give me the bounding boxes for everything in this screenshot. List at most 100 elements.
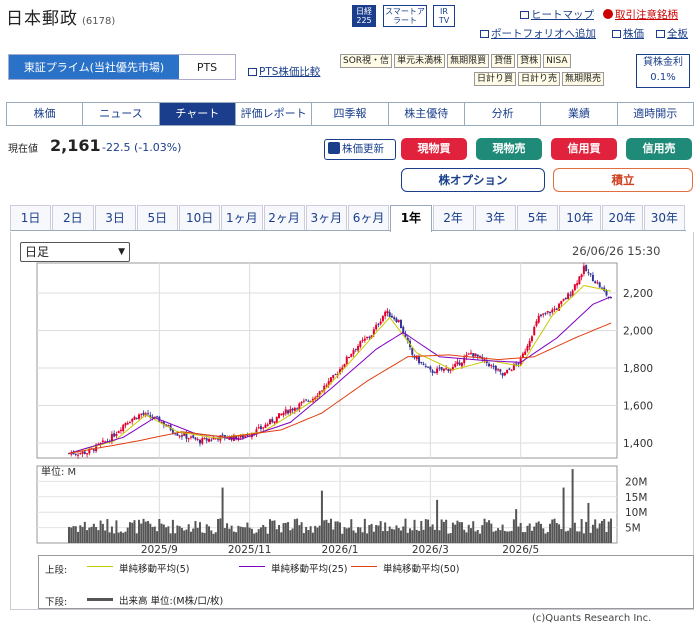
legend-ma5-swatch [87, 566, 113, 567]
candle [562, 298, 565, 301]
volume-bar [257, 529, 260, 543]
volume-bar [332, 529, 335, 543]
candle [273, 421, 276, 424]
candle [359, 341, 362, 347]
volume-bar [70, 527, 73, 543]
volume-bar [124, 531, 127, 543]
candle [488, 363, 491, 367]
candle [431, 370, 434, 373]
volume-bar [79, 525, 82, 543]
volume-bar [253, 533, 256, 543]
volume-bar [436, 499, 439, 543]
volume-bar [68, 526, 70, 543]
volume-bar [133, 520, 136, 543]
volume-bar [406, 532, 409, 543]
volume-bar [289, 530, 292, 543]
volume-bar [83, 521, 86, 543]
volume-bar [241, 527, 244, 543]
volume-bar [280, 532, 283, 543]
volume-bar [551, 519, 554, 543]
volume-bar [501, 524, 504, 543]
volume-bar [415, 529, 418, 543]
volume-bar [185, 529, 188, 543]
volume-bar [77, 531, 80, 543]
volume-bar [117, 532, 120, 543]
volume-bar [610, 518, 612, 543]
candle [537, 315, 540, 323]
volume-bar [440, 519, 443, 543]
volume-bar [404, 518, 407, 543]
volume-bar [576, 531, 579, 543]
volume-bar [429, 526, 432, 543]
volume-bar [305, 526, 308, 543]
volume-bar [363, 518, 366, 543]
candle [497, 369, 500, 371]
candle [192, 435, 195, 438]
candle [325, 385, 328, 387]
candle [530, 336, 533, 342]
candle [302, 400, 305, 402]
volume-bar [266, 533, 269, 543]
candle [386, 310, 389, 314]
candle [510, 370, 513, 372]
volume-bar [393, 529, 396, 543]
volume-bar [494, 530, 497, 543]
volume-bar [345, 528, 348, 543]
volume-bar [165, 527, 168, 543]
volume-bar [300, 522, 303, 543]
volume-bar [589, 532, 592, 543]
candle [126, 423, 129, 425]
candle [517, 363, 520, 365]
volume-bar [521, 532, 524, 543]
candle [194, 437, 197, 440]
candle [264, 424, 267, 428]
volume-bar [524, 532, 527, 543]
legend-lower-label: 下段: [45, 597, 68, 608]
volume-bar [442, 521, 445, 543]
candle [472, 353, 475, 357]
volume-bar [465, 532, 468, 543]
volume-bar [381, 531, 384, 543]
volume-bar [92, 523, 95, 543]
candle [259, 426, 262, 429]
candle [393, 317, 396, 320]
candle [293, 407, 296, 411]
candle [244, 435, 247, 437]
candle [594, 281, 597, 284]
volume-bar [210, 530, 213, 543]
volume-bar [296, 518, 299, 543]
candle [210, 439, 213, 441]
volume-bar [370, 523, 373, 543]
volume-bar [156, 531, 159, 543]
candle [178, 435, 181, 437]
volume-bar [167, 526, 170, 543]
candle [589, 273, 592, 275]
candle [474, 353, 477, 356]
volume-bar [271, 520, 274, 543]
candle [440, 366, 443, 370]
volume-bar [350, 519, 353, 543]
volume-bar [208, 526, 211, 543]
volume-bar [302, 533, 305, 543]
volume-bar [278, 525, 281, 543]
volume-bar [126, 527, 129, 543]
candle [79, 453, 82, 455]
candle [140, 413, 143, 415]
volume-bar [517, 526, 520, 543]
volume-bar [268, 519, 271, 543]
volume-bar [587, 502, 590, 543]
volume-unit-label: 単位: M [41, 465, 76, 478]
volume-bar [474, 531, 477, 543]
volume-bar [316, 527, 319, 543]
candle [147, 413, 150, 415]
volume-bar [291, 528, 294, 543]
volume-bar [336, 521, 339, 543]
candle [388, 312, 391, 317]
volume-bar [273, 520, 276, 543]
candle [345, 356, 348, 364]
candle [605, 290, 608, 296]
volume-bar [169, 533, 172, 543]
candle [275, 416, 278, 423]
volume-bar [135, 533, 138, 543]
volume-bar [605, 532, 608, 543]
